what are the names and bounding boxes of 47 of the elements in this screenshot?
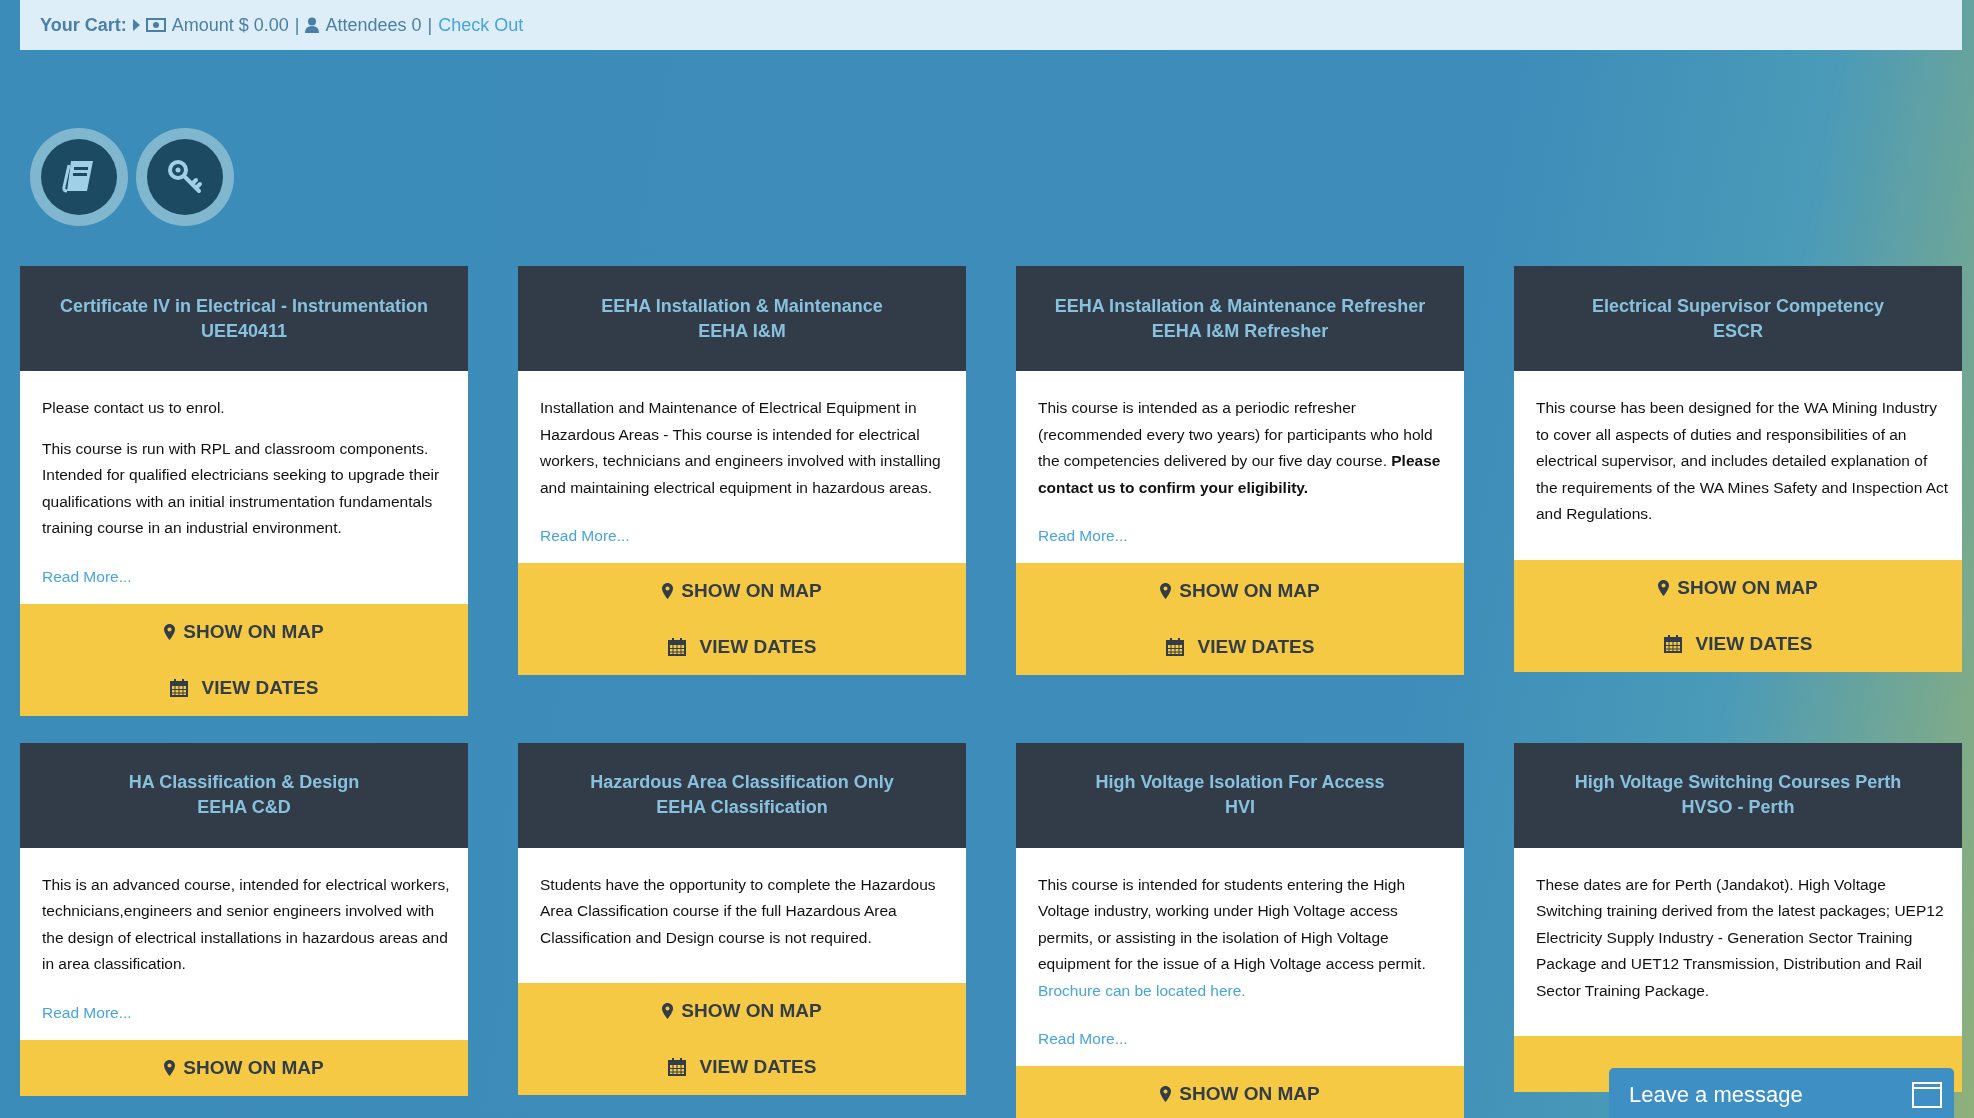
map-pin-icon <box>662 583 674 599</box>
cart-label: Your Cart: <box>40 14 127 36</box>
cart-attendees: Attendees 0 <box>325 14 422 36</box>
course-title[interactable]: High Voltage Isolation For Access <box>1095 772 1385 793</box>
map-pin-icon <box>164 623 176 640</box>
course-title[interactable]: Certificate IV in Electrical - Instrumentation <box>59 295 429 317</box>
map-pin-icon <box>1160 1086 1172 1102</box>
banknote-icon <box>145 18 166 32</box>
course-code[interactable]: UEE40411 <box>200 320 288 342</box>
course-title[interactable]: EEHA Installation & Maintenance Refresher <box>1054 295 1426 317</box>
course-description: This course has been designed for the WA Mining Industry to cover all aspects of duties and responsibilities of an electrical supervisor, and includes detailed explanation of the requirements of the WA Mines Safety and Inspection Act and Regulations. <box>1536 398 1950 524</box>
course-title[interactable]: EEHA Installation & Maintenance <box>601 295 883 317</box>
course-code[interactable]: HVI <box>1225 797 1255 818</box>
calendar-icon <box>169 678 188 697</box>
calendar-icon <box>667 1058 686 1076</box>
course-code[interactable]: EEHA I&M <box>698 320 786 342</box>
course-description: Please contact us to enrol. <box>42 398 226 418</box>
leave-message-button[interactable]: Leave a message <box>1609 1068 1954 1118</box>
course-code[interactable]: EEHA C&D <box>197 797 291 818</box>
course-title[interactable]: HA Classification & Design <box>128 772 360 793</box>
calendar-icon <box>667 638 686 656</box>
separator: | <box>427 14 433 36</box>
caret-icon <box>132 19 140 31</box>
map-pin-icon <box>164 1059 176 1076</box>
map-pin-icon <box>662 1003 674 1019</box>
calendar-icon <box>1165 638 1184 656</box>
course-description: Students have the opportunity to complete the Hazardous Area Classification course if the full Hazardous Area Classification and Design course is not required. <box>540 874 937 948</box>
course-code[interactable]: EEHA Classification <box>656 797 828 818</box>
course-title[interactable]: Hazardous Area Classification Only <box>590 772 894 793</box>
course-title[interactable]: High Voltage Switching Courses Perth <box>1574 772 1902 793</box>
course-description: This course is run with RPL and classroom components. Intended for qualified electricians seeking to upgrade their qualifications with an initial instrumentation fundamentals training course in an industrial environment. <box>42 438 441 538</box>
course-code[interactable]: HVSO - Perth <box>1681 797 1795 818</box>
course-code[interactable]: EEHA I&M Refresher <box>1151 320 1329 342</box>
user-icon <box>305 17 320 33</box>
window-icon <box>1912 1082 1942 1108</box>
cart-amount: Amount $ 0.00 <box>171 14 289 36</box>
map-pin-icon <box>1658 579 1670 596</box>
course-description: This course is intended as a periodic refresher (recommended every two years) for participants who hold the competencies delivered by our five day course. Please contact us to confirm your eligibility. <box>1038 398 1442 498</box>
course-description: This course is intended for students entering the High Voltage industry, working under High Voltage access permits, or assisting in the isolation of High Voltage equipment for the issue of a High Voltage access permit. Brochure can be located here. <box>1038 874 1427 1001</box>
course-description: Installation and Maintenance of Electrical Equipment in Hazardous Areas - This course is intended for electrical workers, technicians and engineers involved with installing and maintaining electrical equipment in hazardous areas. <box>540 398 942 498</box>
map-pin-icon <box>1160 583 1172 599</box>
separator: | <box>294 14 300 36</box>
course-title[interactable]: Electrical Supervisor Competency <box>1591 295 1885 317</box>
calendar-icon <box>1663 634 1682 653</box>
course-code[interactable]: ESCR <box>1713 320 1763 342</box>
course-description: These dates are for Perth (Jandakot). High Voltage Switching training derived from the latest packages; UEP12 Electricity Supply Industry - Generation Sector Training Package and UET12 Transmission, Distribution and Rail Sector Training Package. <box>1536 874 1945 1001</box>
course-description: This is an advanced course, intended for electrical workers, technicians,engineers and senior engineers involved with the design of electrical installations in hazardous areas and in area classification. <box>42 874 451 974</box>
